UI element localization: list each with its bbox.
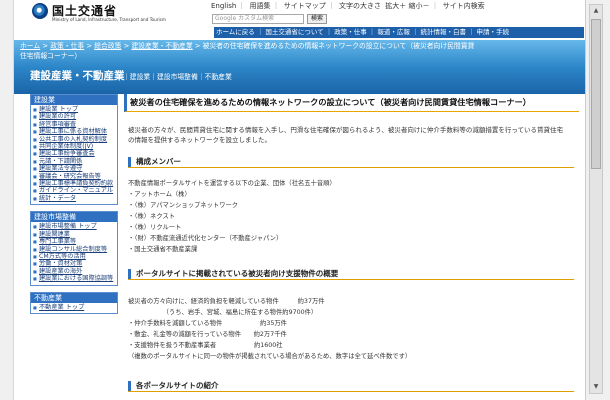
font-size-controls[interactable]: 拡大＋ 縮小－ <box>385 2 429 10</box>
section-title: 建設産業・不動産業 <box>30 70 125 82</box>
nav-press[interactable]: 報道・広報 <box>377 28 410 36</box>
sidebar-item[interactable]: 統計・データ <box>33 195 115 203</box>
breadcrumb-general-policy[interactable]: 総合政策 <box>94 42 121 50</box>
ministry-logo[interactable]: 国土交通省 Ministry of Land, Infrastructure, … <box>32 2 192 30</box>
sidebar-item[interactable]: 建設業における国際協調等 <box>33 275 115 283</box>
breadcrumb: ホーム > 政策・仕事 > 総合政策 > 建設産業・不動産業 > 被災者の住宅確… <box>20 42 475 60</box>
overview-line: （複数のポータルサイトに同一の物件が掲載されている場合があるため、数字は全て延べ… <box>128 353 412 360</box>
scrollbar-thumb[interactable] <box>591 19 601 169</box>
sidebar-item[interactable]: 建設関連業 <box>33 231 115 239</box>
breadcrumb-policy[interactable]: 政策・仕事 <box>50 42 84 50</box>
sidebar-item[interactable]: ガイドライン・マニュアル <box>33 187 115 195</box>
search-button[interactable]: 検索 <box>307 14 327 24</box>
sidebar-item[interactable]: 審議会・研究会報告等 <box>33 173 115 181</box>
overview-line: ・支援物件を扱う不動産事業者 約1600社 <box>128 342 283 349</box>
nav-statistics[interactable]: 統計情報・白書 <box>420 28 466 36</box>
nav-about[interactable]: 国土交通省について <box>265 28 323 36</box>
scroll-up-icon[interactable]: ▲ <box>591 6 601 16</box>
intro-text: 被災者の方々が、民間賃貸住宅に関する情報を入手し、円滑な住宅確保が図られるよう、… <box>128 125 574 145</box>
logo-english-text: Ministry of Land, Infrastructure, Transp… <box>52 17 166 22</box>
breadcrumb-current: 被災者の住宅確保を進めるための情報ネットワークの設立について（被災者向け民間賃貸… <box>20 42 475 60</box>
members-line: ・（株）アパマンショップネットワーク <box>128 202 239 209</box>
sidebar-heading: 不動産業 <box>31 292 117 303</box>
link-glossary[interactable]: 用語集 <box>250 2 271 10</box>
scroll-down-icon[interactable]: ▼ <box>591 382 601 392</box>
members-list: 不動産情報ポータルサイトを運営する以下の企業、団体（社名五十音順） ・アットホー… <box>128 178 574 255</box>
section-heading-overview: ポータルサイトに掲載されている被災者向け支援物件の概要 <box>128 268 574 280</box>
site-search-label: サイト内検索 <box>442 2 485 10</box>
sidebar-box-realestate: 不動産業 不動産業 トップ <box>30 291 118 314</box>
overview-list: 被災者の方々向けに、経済的負担を軽減している物件 約37万件 （うち、岩手、宮城… <box>128 296 574 362</box>
global-nav: ホームに戻る｜ 国土交通省について｜ 政策・仕事｜ 報道・広報｜ 統計情報・白書… <box>214 27 584 38</box>
sidebar-item[interactable]: 不動産業 トップ <box>33 304 115 312</box>
breadcrumb-home[interactable]: ホーム <box>20 42 40 50</box>
breadcrumb-construction[interactable]: 建設産業・不動産業 <box>131 42 192 50</box>
section-subnav[interactable]: ｜建設業｜建設市場整備｜不動産業 <box>123 71 232 81</box>
sidebar-item[interactable]: 建設工事紛争審査会 <box>33 150 115 158</box>
search-input[interactable]: Google カスタム検索 <box>212 14 304 24</box>
top-links: English ｜ 用語集｜ サイトマップ｜ 文字の大きさ 拡大＋ 縮小－｜ サイ… <box>211 2 485 10</box>
font-size-label: 文字の大きさ <box>338 2 381 10</box>
link-english[interactable]: English <box>211 2 236 10</box>
members-line: ・（株）リクルート <box>128 224 182 231</box>
window-left-frame <box>0 0 14 400</box>
sidebar: 建設業 建設業 トップ 建設業の許可 経営事項審査 建設工事に係る資材解体 公共… <box>30 94 118 320</box>
members-line: ・アットホーム（株） <box>128 191 191 198</box>
overview-line: 被災者の方々向けに、経済的負担を軽減している物件 約37万件 <box>128 298 325 305</box>
overview-line: ・仲介手数料を減額している物件 約35万件 <box>128 320 287 327</box>
sidebar-item[interactable]: 専門工事業等 <box>33 238 115 246</box>
sidebar-item[interactable]: 公共工事の入札契約制度 <box>33 136 115 144</box>
sidebar-heading: 建設業 <box>31 95 117 105</box>
sidebar-box-construction: 建設業 建設業 トップ 建設業の許可 経営事項審査 建設工事に係る資材解体 公共… <box>30 94 118 206</box>
section-heading-members: 構成メンバー <box>128 156 574 168</box>
sidebar-heading: 建設市場整備 <box>31 212 117 223</box>
sidebar-item[interactable]: 建設市場整備 トップ <box>33 223 115 231</box>
members-line: ・（財）不動産流通近代化センター（不動産ジャパン） <box>128 235 283 242</box>
vertical-scrollbar[interactable]: ▲ ▼ <box>589 4 603 394</box>
members-line: ・（株）ネクスト <box>128 213 176 220</box>
nav-policy[interactable]: 政策・仕事 <box>334 28 367 36</box>
sidebar-item[interactable]: 建設業の許可 <box>33 113 115 121</box>
sidebar-item[interactable]: 建設産業の海外 <box>33 268 115 276</box>
nav-home[interactable]: ホームに戻る <box>216 28 255 36</box>
section-heading-portals: 各ポータルサイトの紹介 <box>128 380 574 392</box>
sidebar-item[interactable]: 建設コンサル総合制度等 <box>33 246 115 254</box>
intro-line: の情報を提供するネットワークを設立しました。 <box>128 136 271 144</box>
overview-line: ・敷金、礼金等の減額を行っている物件 約2万7千件 <box>128 331 287 338</box>
browser-page: ▲ ▼ 国土交通省 Ministry of Land, Infrastructu… <box>0 0 610 400</box>
members-line: ・国土交通省不動産業課 <box>128 246 198 253</box>
sidebar-item[interactable]: 建設工事に係る資材解体 <box>33 128 115 136</box>
nav-applications[interactable]: 申請・手続 <box>477 28 510 36</box>
ministry-emblem-icon <box>32 3 48 19</box>
page-title: 被災者の住宅確保を進めるための情報ネットワークの設立について（被災者向け民間賃貸… <box>124 94 579 112</box>
sidebar-box-market: 建設市場整備 建設市場整備 トップ 建設関連業 専門工事業等 建設コンサル総合制… <box>30 211 118 286</box>
link-sitemap[interactable]: サイトマップ <box>284 2 326 10</box>
intro-line: 被災者の方々が、民間賃貸住宅に関する情報を入手し、円滑な住宅確保が図られるよう、… <box>128 126 564 134</box>
members-line: 不動産情報ポータルサイトを運営する以下の企業、団体（社名五十音順） <box>128 180 336 187</box>
sidebar-item[interactable]: 労働・資材対策 <box>33 260 115 268</box>
overview-line: （うち、岩手、宮城、福島に所在する物件約9700件） <box>128 309 318 316</box>
sidebar-item[interactable]: 建設業法令遵守 <box>33 165 115 173</box>
